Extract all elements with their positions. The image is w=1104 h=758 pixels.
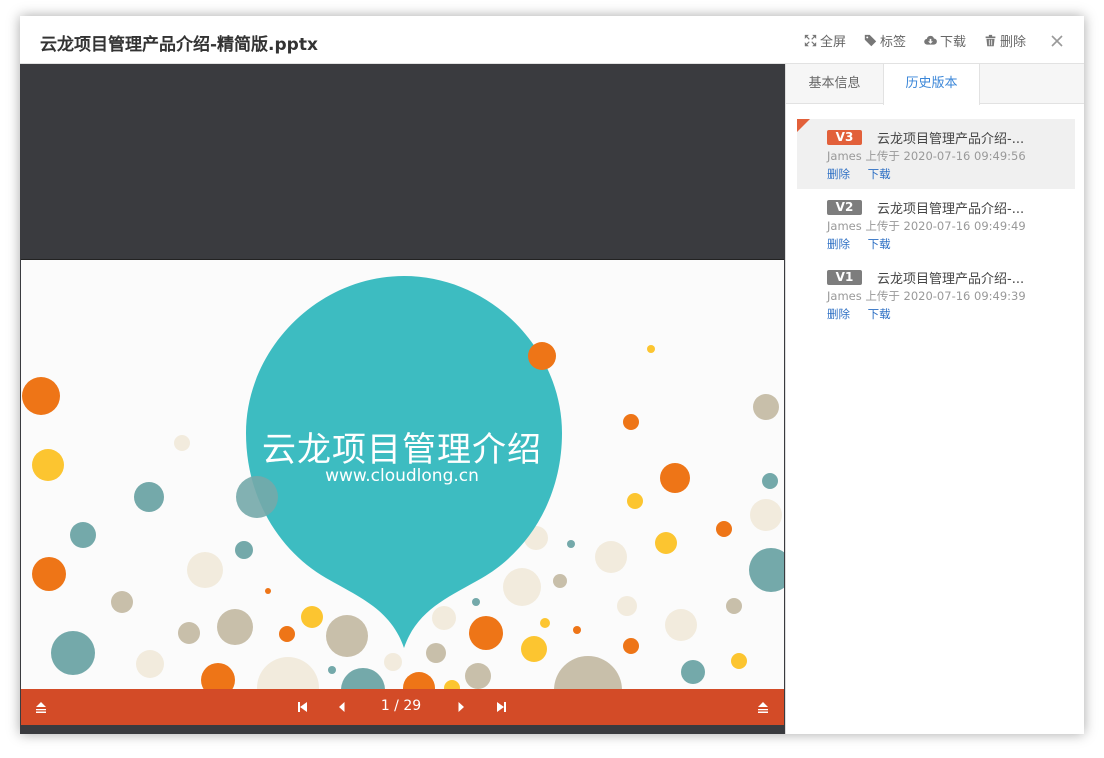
close-button[interactable]: [1050, 33, 1064, 47]
dialog-header: 云龙项目管理产品介绍-精简版.pptx 全屏 标签 下载 删除: [20, 16, 1084, 64]
tag-icon: [864, 34, 877, 46]
slide-page: 云龙项目管理介绍 www.cloudlong.cn: [21, 259, 784, 689]
version-meta: James 上传于 2020-07-16 09:49:56: [827, 149, 1026, 163]
current-version-marker: [797, 119, 810, 132]
version-delete-link[interactable]: 删除: [827, 167, 850, 181]
version-item[interactable]: V2 云龙项目管理产品介绍-... James 上传于 2020-07-16 0…: [797, 189, 1075, 259]
fullscreen-label: 全屏: [819, 34, 846, 50]
version-item[interactable]: V3 云龙项目管理产品介绍-... James 上传于 2020-07-16 0…: [797, 119, 1075, 189]
version-badge: V1: [827, 269, 862, 285]
version-download-link[interactable]: 下载: [868, 167, 891, 181]
first-page-button[interactable]: [293, 698, 311, 716]
header-actions: 全屏 标签 下载 删除: [804, 16, 1084, 64]
close-icon: [1051, 35, 1063, 47]
prev-icon: [339, 702, 345, 712]
slide-title: 云龙项目管理介绍: [262, 430, 542, 470]
file-title: 云龙项目管理产品介绍-精简版.pptx: [40, 35, 318, 55]
trash-icon: [985, 34, 996, 46]
page-indicator: 1 / 29: [380, 698, 422, 714]
eject-icon: [758, 702, 768, 713]
version-file-name: 云龙项目管理产品介绍-...: [877, 201, 1025, 217]
slide-url: www.cloudlong.cn: [325, 466, 479, 486]
download-label: 下载: [939, 34, 966, 50]
next-icon: [458, 702, 464, 712]
version-delete-link[interactable]: 删除: [827, 307, 850, 321]
version-badge: V2: [827, 199, 862, 215]
fullscreen-button[interactable]: 全屏: [804, 31, 846, 50]
slide-viewer: 云龙项目管理介绍 www.cloudlong.cn 1 / 29: [20, 64, 785, 734]
prev-page-button[interactable]: [333, 698, 351, 716]
delete-button[interactable]: 删除: [984, 31, 1026, 50]
presentation-toolbar: 1 / 29: [21, 689, 784, 725]
version-file-name: 云龙项目管理产品介绍-...: [877, 271, 1025, 287]
version-download-link[interactable]: 下载: [868, 237, 891, 251]
menu-button-left[interactable]: [32, 698, 50, 716]
delete-label: 删除: [999, 34, 1026, 50]
version-badge: V3: [827, 129, 862, 145]
version-list: V3 云龙项目管理产品介绍-... James 上传于 2020-07-16 0…: [797, 119, 1075, 329]
eject-icon: [36, 702, 46, 713]
skip-last-icon: [497, 702, 506, 712]
file-preview-dialog: 云龙项目管理产品介绍-精简版.pptx 全屏 标签 下载 删除 云龙项目管理介绍…: [20, 16, 1084, 734]
tag-button[interactable]: 标签: [864, 31, 906, 50]
skip-first-icon: [298, 702, 307, 712]
expand-icon: [804, 34, 817, 46]
version-meta: James 上传于 2020-07-16 09:49:49: [827, 219, 1026, 233]
version-file-name: 云龙项目管理产品介绍-...: [877, 131, 1025, 147]
side-panel: 基本信息 历史版本 V3 云龙项目管理产品介绍-... James 上传于 20…: [785, 64, 1084, 734]
tab-basic-info[interactable]: 基本信息: [786, 64, 883, 104]
version-download-link[interactable]: 下载: [868, 307, 891, 321]
last-page-button[interactable]: [493, 698, 511, 716]
cloud-download-icon: [924, 35, 937, 45]
tag-label: 标签: [879, 34, 906, 50]
menu-button-right[interactable]: [754, 698, 772, 716]
side-tabs: 基本信息 历史版本: [786, 64, 1084, 105]
version-item[interactable]: V1 云龙项目管理产品介绍-... James 上传于 2020-07-16 0…: [797, 259, 1075, 329]
download-button[interactable]: 下载: [924, 31, 966, 50]
version-delete-link[interactable]: 删除: [827, 237, 850, 251]
next-page-button[interactable]: [452, 698, 470, 716]
version-meta: James 上传于 2020-07-16 09:49:39: [827, 289, 1026, 303]
tab-history-versions[interactable]: 历史版本: [883, 64, 980, 105]
